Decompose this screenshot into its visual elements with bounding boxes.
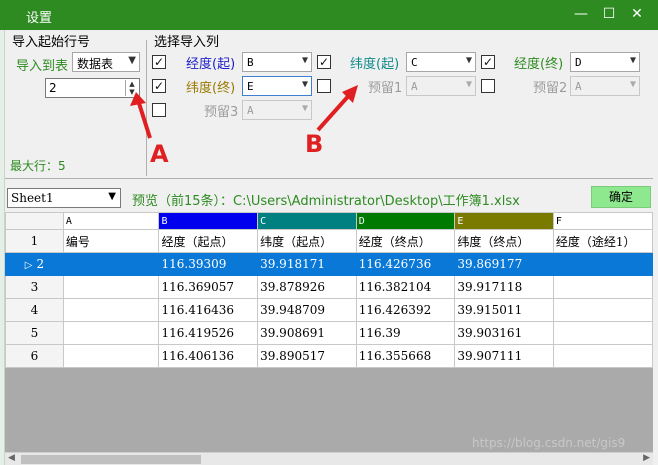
table-cell[interactable] [62, 298, 160, 322]
table-cell[interactable]: 经度（起点） [158, 229, 259, 253]
table-cell[interactable]: 116.406136 [158, 344, 259, 368]
table-cell[interactable]: 39.917118 [454, 275, 554, 299]
table-cell[interactable]: 116.426392 [355, 298, 456, 322]
row-number[interactable]: 3 [5, 275, 64, 299]
row-number[interactable]: 5 [5, 321, 64, 345]
table-cell[interactable]: 纬度（起点） [257, 229, 357, 253]
row-number[interactable]: 4 [5, 298, 64, 322]
row-number-text: 6 [30, 349, 39, 363]
table-cell[interactable]: 116.382104 [355, 275, 456, 299]
row-number-text: 2 [36, 257, 45, 271]
column-letter[interactable]: E [454, 212, 554, 230]
current-row-icon: ▷ [24, 260, 33, 271]
row-number[interactable]: 1 [5, 229, 64, 253]
table-cell[interactable] [552, 275, 653, 299]
table-row[interactable]: 4 116.416436 39.948709 116.426392 39.915011 [5, 298, 653, 322]
table-cell[interactable]: 39.915011 [454, 298, 554, 322]
scroll-left-icon[interactable]: ◀ [8, 453, 15, 463]
table-row[interactable]: 6 116.406136 39.890517 116.355668 39.907111 [5, 344, 653, 368]
table-cell[interactable]: 纬度（终点） [454, 229, 554, 253]
table-cell[interactable]: 39.878926 [257, 275, 357, 299]
annotation-a: A [150, 140, 169, 168]
table-cell[interactable]: 39.869177 [454, 252, 554, 276]
preview-text: 预览（前15条）：C:\Users\Administrator\Desktop\… [132, 194, 520, 209]
arrow-a-line [136, 99, 152, 139]
table-cell[interactable] [552, 252, 653, 276]
table-cell[interactable] [552, 344, 653, 368]
table-cell[interactable]: 116.419526 [158, 321, 259, 345]
data-grid[interactable]: A B C D E F 1 编号 经度（起点） 纬度（起点） 经度（终点） 纬度（终点） 经度（途经1）… [5, 212, 653, 452]
table-cell[interactable] [62, 252, 160, 276]
confirm-button[interactable]: 确定 [591, 186, 651, 208]
row-number-text: 4 [30, 303, 39, 317]
sheet-value: Sheet1 [11, 191, 54, 205]
column-letter[interactable]: D [355, 212, 456, 230]
table-cell[interactable]: 116.355668 [355, 344, 456, 368]
table-cell[interactable] [62, 321, 160, 345]
arrow-a-head [130, 92, 146, 106]
table-cell[interactable]: 116.39 [355, 321, 456, 345]
column-letter[interactable]: A [62, 212, 160, 230]
watermark: https://blog.csdn.net/gis9 [472, 436, 626, 450]
table-cell[interactable] [62, 275, 160, 299]
table-cell[interactable]: 经度（终点） [355, 229, 456, 253]
grid-corner [5, 212, 64, 230]
table-row[interactable]: 3 116.369057 39.878926 116.382104 39.917118 [5, 275, 653, 299]
table-cell[interactable]: 39.918171 [257, 252, 357, 276]
column-letter-row: ABCDEF [5, 212, 653, 230]
horizontal-scrollbar[interactable]: ◀ ▶ [5, 452, 653, 465]
table-cell[interactable] [552, 321, 653, 345]
arrow-b-line [316, 90, 354, 132]
table-cell[interactable]: 39.948709 [257, 298, 357, 322]
table-cell[interactable]: 39.908691 [257, 321, 357, 345]
scroll-thumb[interactable] [21, 455, 201, 464]
preview-table: A B C D E F 1 编号 经度（起点） 纬度（起点） 经度（终点） 纬度（终点） 经度（途经1）… [5, 212, 653, 368]
row-number[interactable]: ▷ 2 [5, 252, 64, 276]
table-cell[interactable]: 116.369057 [158, 275, 259, 299]
table-row[interactable]: 1 编号 经度（起点） 纬度（起点） 经度（终点） 纬度（终点） 经度（途经1） [5, 229, 653, 253]
table-row[interactable]: ▷ 2 116.39309 39.918171 116.426736 39.869177 [5, 252, 653, 276]
table-cell[interactable]: 39.903161 [454, 321, 554, 345]
table-cell[interactable]: 39.890517 [257, 344, 357, 368]
column-letter[interactable]: F [552, 212, 653, 230]
row-number-text: 3 [30, 280, 39, 294]
column-letter[interactable]: B [158, 212, 259, 230]
row-number-text: 1 [30, 234, 39, 248]
annotation-b: B [305, 130, 324, 158]
table-cell[interactable] [62, 344, 160, 368]
sheet-select[interactable]: Sheet1 ▼ [7, 188, 121, 208]
table-cell[interactable]: 39.907111 [454, 344, 554, 368]
table-cell[interactable]: 116.416436 [158, 298, 259, 322]
table-cell[interactable]: 116.39309 [158, 252, 259, 276]
table-cell[interactable]: 编号 [62, 229, 160, 253]
chevron-down-icon: ▼ [108, 191, 116, 202]
table-cell[interactable] [552, 298, 653, 322]
table-cell[interactable]: 116.426736 [355, 252, 456, 276]
table-cell[interactable]: 经度（途经1） [552, 229, 653, 253]
row-number[interactable]: 6 [5, 344, 64, 368]
scroll-right-icon[interactable]: ▶ [643, 453, 650, 463]
section-divider [5, 178, 653, 179]
table-row[interactable]: 5 116.419526 39.908691 116.39 39.903161 [5, 321, 653, 345]
column-letter[interactable]: C [257, 212, 357, 230]
row-number-text: 5 [30, 326, 39, 340]
